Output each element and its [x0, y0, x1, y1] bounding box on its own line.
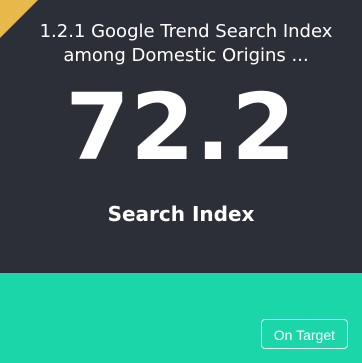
status-badge: On Target	[260, 319, 348, 349]
kpi-card[interactable]: 1.2.1 Google Trend Search Index among Do…	[0, 0, 362, 363]
kpi-value: 72.2	[65, 74, 297, 181]
status-band: On Target	[0, 273, 362, 363]
kpi-title: 1.2.1 Google Trend Search Index among Do…	[39, 21, 333, 66]
kpi-unit-label: Search Index	[107, 202, 255, 226]
